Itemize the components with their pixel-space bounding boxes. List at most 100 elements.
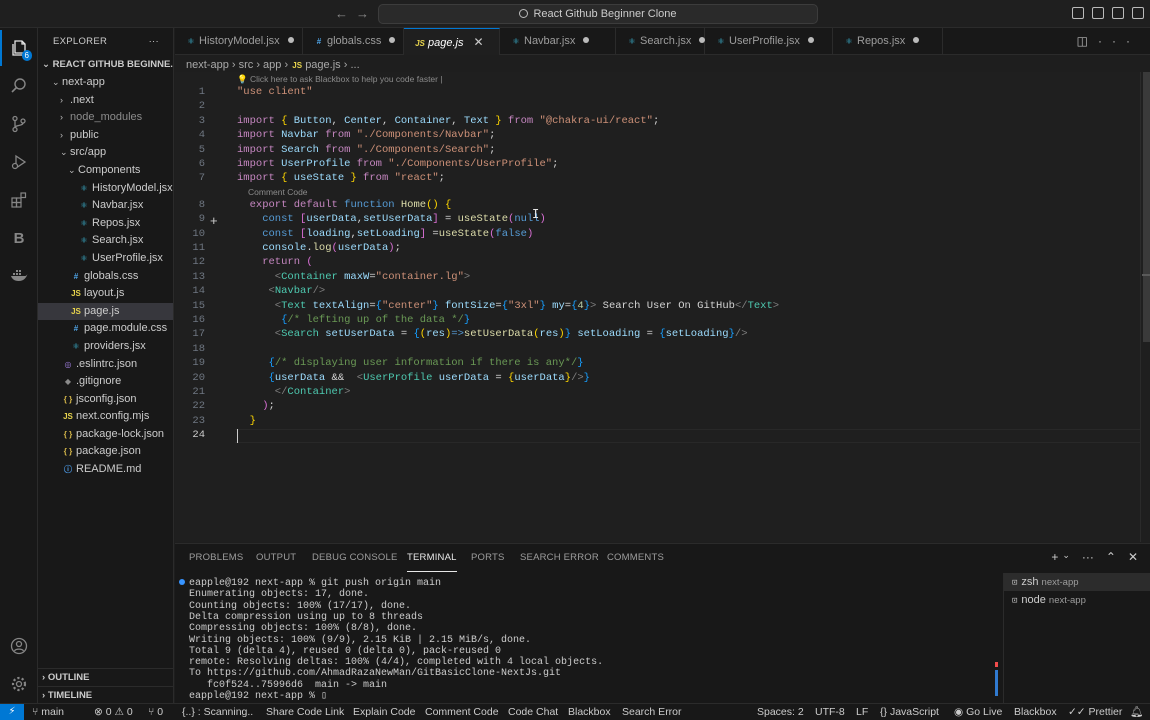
close-tab-icon[interactable]: ✕ xyxy=(473,35,483,49)
panel-tab-search-error[interactable]: SEARCH ERROR xyxy=(520,544,599,572)
terminal-entry-zsh[interactable]: ⊡ zsh next-app xyxy=(1004,573,1150,591)
notifications-bell-icon[interactable]: 🔔︎ xyxy=(1130,704,1143,720)
accounts-icon[interactable] xyxy=(0,628,38,664)
workspace-root[interactable]: ⌄ REACT GITHUB BEGINNE... xyxy=(38,56,173,74)
tree-item[interactable]: ⌄ src/app xyxy=(38,144,173,162)
eol-status[interactable]: LF xyxy=(856,704,868,720)
tab-globals-css[interactable]: # globals.css xyxy=(303,28,404,55)
tree-item[interactable]: { } package-lock.json xyxy=(38,426,173,444)
panel-tab-terminal[interactable]: TERMINAL xyxy=(407,544,457,572)
breadcrumb-segment[interactable]: next-app xyxy=(186,59,229,71)
tree-item[interactable]: ◎ .eslintrc.json xyxy=(38,356,173,374)
tree-item[interactable]: ⌄ Components xyxy=(38,162,173,180)
more-actions-icon[interactable]: ··· xyxy=(149,28,159,56)
panel-tab-problems[interactable]: PROBLEMS xyxy=(189,544,243,572)
tree-item[interactable]: › public xyxy=(38,127,173,145)
tree-item[interactable]: ⚛ UserProfile.jsx xyxy=(38,250,173,268)
more-actions-icon[interactable]: ··· xyxy=(1098,34,1140,48)
customize-layout-icon[interactable] xyxy=(1132,7,1144,19)
panel-tab-comments[interactable]: COMMENTS xyxy=(607,544,664,572)
tree-item[interactable]: # globals.css xyxy=(38,268,173,286)
more-actions-icon[interactable]: ··· xyxy=(1082,550,1094,564)
settings-gear-icon[interactable] xyxy=(0,666,38,702)
tree-item[interactable]: JS next.config.mjs xyxy=(38,408,173,426)
tree-item[interactable]: ⓘ README.md xyxy=(38,461,173,479)
breadcrumb-segment[interactable]: page.js xyxy=(305,59,340,71)
chevron-down-icon[interactable]: ⌄ xyxy=(1062,550,1070,564)
search-error-button[interactable]: Search Error xyxy=(622,704,682,720)
blackbox-button[interactable]: Blackbox xyxy=(568,704,611,720)
source-control-icon[interactable] xyxy=(0,106,38,142)
go-live-button[interactable]: ◉ Go Live xyxy=(954,704,1002,720)
maximize-panel-icon[interactable]: ⌃ xyxy=(1106,550,1116,564)
toggle-primary-sidebar-icon[interactable] xyxy=(1072,7,1084,19)
tree-item[interactable]: ⚛ Navbar.jsx xyxy=(38,197,173,215)
scrollbar-thumb[interactable] xyxy=(1143,72,1150,342)
timeline-label: TIMELINE xyxy=(47,690,93,701)
tab-historymodel-jsx[interactable]: ⚛ HistoryModel.jsx xyxy=(175,28,303,55)
language-status[interactable]: {} JavaScript xyxy=(880,704,939,720)
explorer-icon[interactable]: 6 xyxy=(0,30,38,66)
encoding-status[interactable]: UTF-8 xyxy=(815,704,845,720)
breadcrumb-segment[interactable]: ... xyxy=(350,59,359,71)
close-panel-icon[interactable]: ✕ xyxy=(1128,550,1138,564)
timeline-section[interactable]: › TIMELINE xyxy=(38,686,173,703)
docker-icon[interactable] xyxy=(0,258,38,294)
tree-item[interactable]: › .next xyxy=(38,92,173,110)
new-terminal-icon[interactable]: + xyxy=(1051,550,1058,564)
tree-item[interactable]: ⚛ Repos.jsx xyxy=(38,215,173,233)
comment-code-button[interactable]: Comment Code xyxy=(425,704,499,720)
tree-item[interactable]: ◆ .gitignore xyxy=(38,373,173,391)
code-chat-button[interactable]: Code Chat xyxy=(508,704,558,720)
blackbox-icon[interactable]: B xyxy=(0,220,38,256)
breadcrumb-segment[interactable]: app xyxy=(263,59,281,71)
run-debug-icon[interactable] xyxy=(0,144,38,180)
remote-indicator-icon[interactable]: ⚡ xyxy=(0,704,24,720)
tree-item[interactable]: { } jsconfig.json xyxy=(38,391,173,409)
prettier-status[interactable]: ✓✓ Prettier xyxy=(1068,704,1122,720)
search-icon[interactable] xyxy=(0,68,38,104)
explain-code-button[interactable]: Explain Code xyxy=(353,704,415,720)
branch-status[interactable]: ⑂ main xyxy=(32,704,64,720)
add-comment-icon[interactable]: + xyxy=(210,213,218,228)
breadcrumb-segment[interactable]: src xyxy=(239,59,254,71)
panel-tab-ports[interactable]: PORTS xyxy=(471,544,505,572)
blackbox-status[interactable]: Blackbox xyxy=(1014,704,1057,720)
terminal-entry-node[interactable]: ⊡ node next-app xyxy=(1004,591,1150,609)
editor-scrollbar[interactable] xyxy=(1140,72,1150,542)
tree-item[interactable]: { } package.json xyxy=(38,443,173,461)
blackbox-hint[interactable]: 💡 Click here to ask Blackbox to help you… xyxy=(237,74,443,85)
toggle-secondary-sidebar-icon[interactable] xyxy=(1112,7,1124,19)
tree-item[interactable]: ⌄ next-app xyxy=(38,74,173,92)
tab-search-jsx[interactable]: ⚛ Search.jsx xyxy=(616,28,706,55)
split-editor-icon[interactable]: ◫ xyxy=(1077,34,1098,48)
tree-item[interactable]: ⚛ providers.jsx xyxy=(38,338,173,356)
tab-repos-jsx[interactable]: ⚛ Repos.jsx xyxy=(833,28,943,55)
panel-tab-output[interactable]: OUTPUT xyxy=(256,544,296,572)
ports-status[interactable]: ⑂ 0 xyxy=(148,704,163,720)
problems-status[interactable]: ⊗ 0 ⚠ 0 xyxy=(94,704,133,720)
tab-userprofile-jsx[interactable]: ⚛ UserProfile.jsx xyxy=(705,28,833,55)
scanning-status[interactable]: {..} : Scanning.. xyxy=(182,704,253,720)
back-arrow-icon[interactable]: ← xyxy=(335,6,348,21)
tree-item[interactable]: JS layout.js xyxy=(38,285,173,303)
code-editor[interactable]: 💡 Click here to ask Blackbox to help you… xyxy=(175,72,1150,542)
breadcrumb[interactable]: next-app › src › app › JS page.js › ... xyxy=(186,57,360,73)
forward-arrow-icon[interactable]: → xyxy=(356,6,369,21)
outline-section[interactable]: › OUTLINE xyxy=(38,668,173,686)
tree-item[interactable]: ⚛ Search.jsx xyxy=(38,232,173,250)
indentation-status[interactable]: Spaces: 2 xyxy=(757,704,804,720)
modified-dot-icon xyxy=(389,37,396,43)
tab-page-js[interactable]: JS page.js ✕ xyxy=(404,28,500,55)
toggle-panel-icon[interactable] xyxy=(1092,7,1104,19)
panel-tab-debug-console[interactable]: DEBUG CONSOLE xyxy=(312,544,397,572)
extensions-icon[interactable] xyxy=(0,182,38,218)
command-center[interactable]: React Github Beginner Clone xyxy=(378,4,818,24)
tab-navbar-jsx[interactable]: ⚛ Navbar.jsx xyxy=(500,28,616,55)
tree-item[interactable]: # page.module.css xyxy=(38,320,173,338)
comment-code-lens[interactable]: Comment Code xyxy=(248,187,308,197)
tree-item[interactable]: › node_modules xyxy=(38,109,173,127)
share-code-link-button[interactable]: Share Code Link xyxy=(266,704,344,720)
tree-item[interactable]: ⚛ HistoryModel.jsx xyxy=(38,180,173,198)
tree-item[interactable]: JS page.js xyxy=(38,302,173,321)
